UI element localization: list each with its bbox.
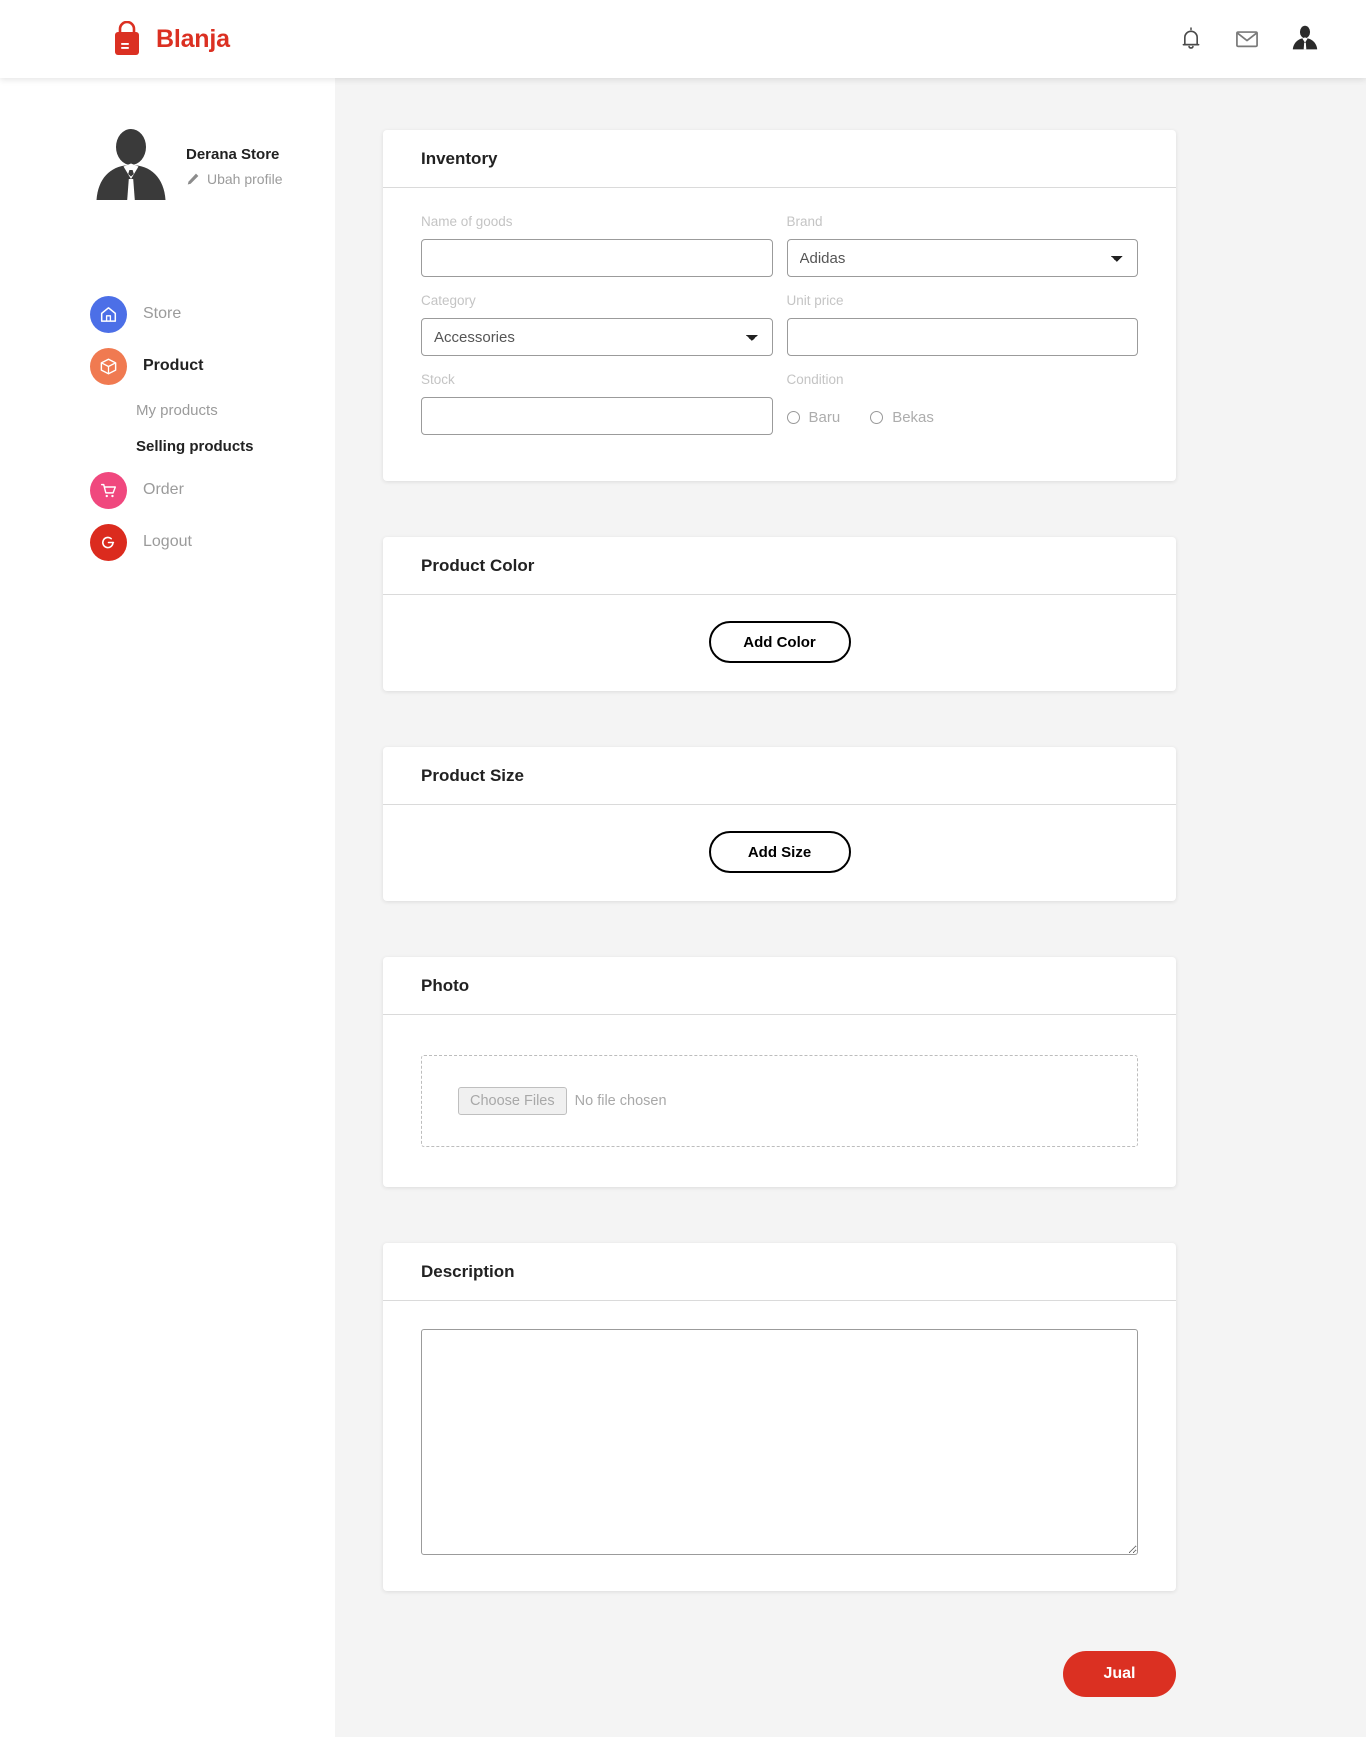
profile-info: Derana Store Ubah profile (186, 146, 283, 187)
sidebar-item-my-products-label: My products (136, 401, 218, 419)
sidebar-item-selling-products[interactable]: Selling products (0, 428, 335, 464)
message-envelope-icon[interactable] (1234, 26, 1260, 52)
inventory-title: Inventory (421, 148, 498, 168)
add-color-button[interactable]: Add Color (708, 621, 851, 663)
choose-files-button[interactable]: Choose Files (458, 1087, 567, 1115)
radio-indicator (870, 410, 884, 424)
brand-name: Blanja (156, 24, 230, 53)
product-size-title: Product Size (421, 765, 524, 785)
description-card-body (383, 1301, 1176, 1591)
file-status-label: No file chosen (574, 1093, 667, 1109)
product-color-title: Product Color (421, 555, 535, 575)
inventory-card: Inventory Name of goods Brand Adidas Cat… (383, 130, 1176, 481)
profile-avatar (96, 129, 166, 200)
condition-radio-bekas-label: Bekas (892, 408, 934, 426)
brand-logo[interactable]: Blanja (110, 21, 230, 57)
condition-radio-baru-label: Baru (808, 408, 841, 426)
stock-field: Stock (421, 372, 773, 451)
sell-button[interactable]: Jual (1063, 1651, 1176, 1697)
notification-bell-icon[interactable] (1178, 26, 1204, 52)
user-avatar-icon[interactable] (1290, 24, 1320, 54)
description-card: Description (383, 1243, 1176, 1591)
unit-price-label: Unit price (786, 293, 844, 308)
sidebar-nav: Store Product My products Selling produc… (0, 288, 335, 568)
description-title: Description (421, 1261, 515, 1281)
inventory-form: Name of goods Brand Adidas Category Acce… (421, 214, 1138, 451)
cart-icon (90, 471, 127, 509)
sidebar-item-order-label: Order (143, 481, 184, 498)
add-size-button[interactable]: Add Size (708, 831, 851, 873)
photo-title: Photo (421, 975, 470, 995)
shopping-bag-icon (115, 21, 139, 55)
radio-indicator (786, 410, 800, 424)
inventory-card-header: Inventory (383, 130, 1176, 188)
sidebar-item-logout-label: Logout (143, 533, 192, 550)
sidebar-item-store-label: Store (143, 305, 182, 322)
brand-field: Brand Adidas (786, 214, 1138, 293)
edit-profile-link[interactable]: Ubah profile (186, 171, 283, 187)
inventory-card-body: Name of goods Brand Adidas Category Acce… (383, 188, 1176, 481)
photo-dropzone[interactable]: Choose Files No file chosen (421, 1055, 1138, 1147)
submit-row: Jual (383, 1647, 1176, 1697)
brand-select[interactable]: Adidas (786, 239, 1138, 277)
stock-label: Stock (421, 372, 455, 387)
pencil-icon (187, 173, 199, 185)
category-select[interactable]: Accessories (421, 318, 773, 356)
condition-label: Condition (786, 372, 844, 387)
home-icon (90, 295, 127, 333)
name-of-goods-label: Name of goods (421, 214, 513, 229)
description-textarea[interactable] (421, 1329, 1138, 1555)
photo-card: Photo Choose Files No file chosen (383, 957, 1176, 1187)
sidebar-item-product[interactable]: Product (0, 340, 335, 392)
product-size-card-body: Add Size (383, 805, 1176, 901)
sidebar: Derana Store Ubah profile Store Product … (0, 78, 335, 1737)
product-size-card: Product Size Add Size (383, 747, 1176, 901)
product-color-card: Product Color Add Color (383, 537, 1176, 691)
power-icon (90, 523, 127, 561)
photo-file-input[interactable]: Choose Files No file chosen (458, 1087, 667, 1115)
header-actions (1178, 24, 1328, 54)
condition-radio-bekas[interactable]: Bekas (870, 409, 934, 426)
name-of-goods-field: Name of goods (421, 214, 773, 293)
product-color-card-body: Add Color (383, 595, 1176, 691)
unit-price-input[interactable] (786, 318, 1138, 356)
product-color-card-header: Product Color (383, 537, 1176, 595)
sidebar-item-product-label: Product (143, 357, 204, 374)
profile-name: Derana Store (186, 145, 280, 163)
condition-radio-baru[interactable]: Baru (786, 408, 841, 426)
box-icon (90, 347, 127, 385)
photo-card-body: Choose Files No file chosen (383, 1015, 1176, 1187)
category-label: Category (421, 293, 476, 308)
sidebar-item-my-products[interactable]: My products (0, 392, 335, 428)
brand-label: Brand (786, 214, 823, 229)
condition-radio-group: Baru Bekas (786, 397, 1139, 435)
condition-field: Condition Baru Bekas (786, 372, 1139, 451)
photo-card-header: Photo (383, 957, 1176, 1015)
description-card-header: Description (383, 1243, 1176, 1301)
app-header: Blanja (0, 0, 1366, 78)
name-of-goods-input[interactable] (421, 239, 773, 277)
edit-profile-label: Ubah profile (207, 170, 283, 187)
unit-price-field: Unit price (786, 293, 1138, 372)
profile-block: Derana Store Ubah profile (0, 116, 335, 216)
sidebar-item-store[interactable]: Store (0, 288, 335, 340)
page-body: Derana Store Ubah profile Store Product … (0, 78, 1366, 1737)
main-content: Inventory Name of goods Brand Adidas Cat… (335, 78, 1366, 1737)
product-size-card-header: Product Size (383, 747, 1176, 805)
stock-input[interactable] (421, 397, 773, 435)
category-field: Category Accessories (421, 293, 773, 372)
sidebar-item-selling-products-label: Selling products (136, 437, 254, 455)
sidebar-item-order[interactable]: Order (0, 464, 335, 516)
sidebar-item-logout[interactable]: Logout (0, 516, 335, 568)
